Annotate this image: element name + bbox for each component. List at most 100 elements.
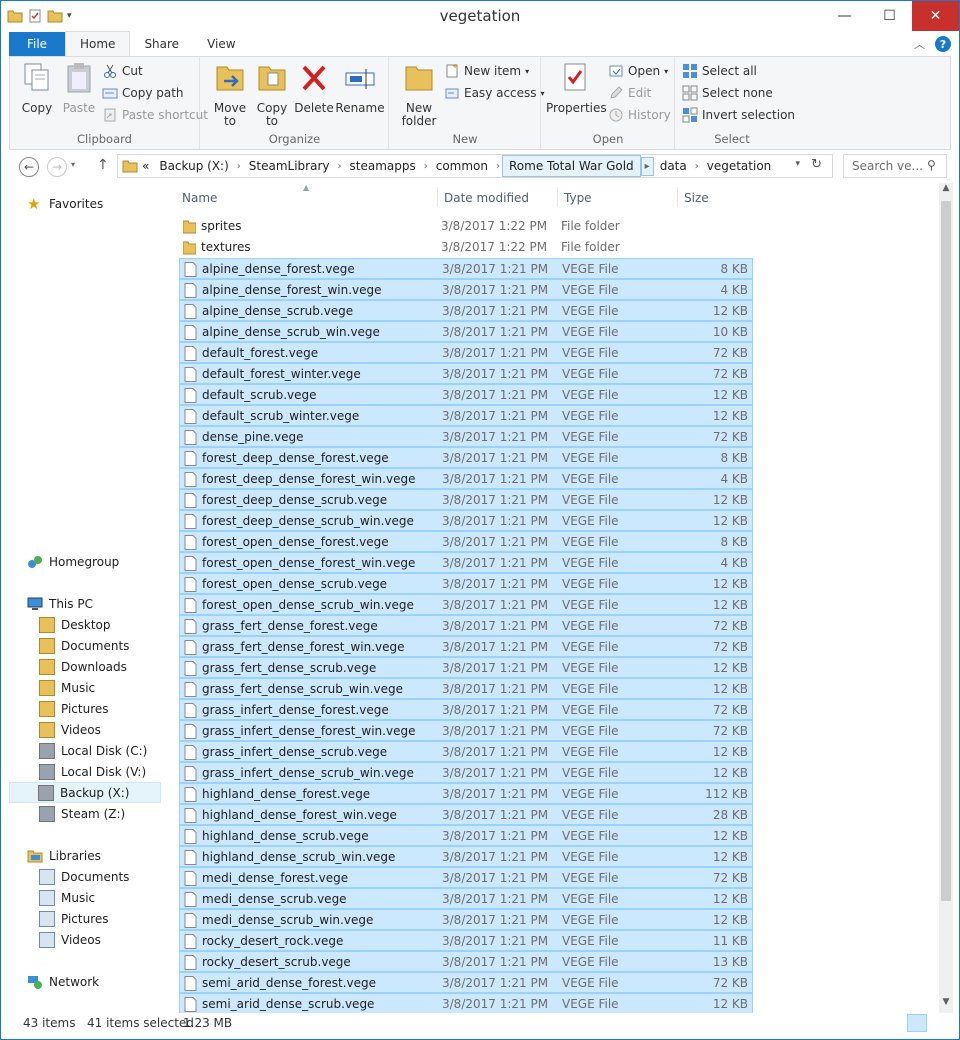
details-view-button[interactable] [907,1014,927,1032]
file-row[interactable]: dense_pine.vege 3/8/2017 1:21 PM VEGE File… [179,426,753,447]
file-row[interactable]: forest_open_dense_forest.vege 3/8/2017 1:… [179,531,753,552]
file-row[interactable]: forest_deep_dense_forest_win.vege 3/8/201… [179,468,753,489]
new-item-button[interactable]: New item ▾ [444,63,529,79]
file-row[interactable]: alpine_dense_scrub_win.vege 3/8/2017 1:21… [179,321,753,342]
breadcrumb-backup[interactable]: Backup (X:) [153,159,234,173]
up-button[interactable]: ↑ [97,157,109,173]
file-row[interactable]: default_forest.vege 3/8/2017 1:21 PM VEGE … [179,342,753,363]
nav-item-music[interactable]: Music [39,677,95,698]
back-button[interactable]: ← [19,157,39,177]
nav-item-documents[interactable]: Documents [39,635,129,656]
large-icons-view-button[interactable] [931,1014,951,1032]
vertical-scrollbar[interactable]: ▲ ▼ [939,183,953,1013]
file-row[interactable]: medi_dense_scrub_win.vege 3/8/2017 1:21 P… [179,909,753,930]
rename-button[interactable]: Rename [335,61,385,115]
file-row[interactable]: default_forest_winter.vege 3/8/2017 1:21 … [179,363,753,384]
select-all-button[interactable]: Select all [682,63,757,79]
file-row[interactable]: rocky_desert_scrub.vege 3/8/2017 1:21 PM V… [179,951,753,972]
tab-view[interactable]: View [193,32,249,56]
folder-row[interactable]: textures 3/8/2017 1:22 PM File folder [179,237,753,258]
nav-library-pictures[interactable]: Pictures [39,908,109,929]
nav-library-music[interactable]: Music [39,887,95,908]
column-size[interactable]: Size [677,187,715,207]
file-row[interactable]: rocky_desert_rock.vege 3/8/2017 1:21 PM VE… [179,930,753,951]
nav-library-documents[interactable]: Documents [39,866,129,887]
breadcrumb-steamlibrary[interactable]: SteamLibrary [243,159,336,173]
folder-row[interactable]: sprites 3/8/2017 1:22 PM File folder [179,216,753,237]
nav-item-steam-z[interactable]: Steam (Z:) [39,803,125,824]
nav-this-pc[interactable]: This PC [27,593,93,614]
file-row[interactable]: alpine_dense_forest.vege 3/8/2017 1:21 PM… [179,258,753,279]
file-row[interactable]: default_scrub_winter.vege 3/8/2017 1:21 P… [179,405,753,426]
paste-button[interactable]: Paste [58,61,100,115]
select-none-button[interactable]: Select none [682,85,773,101]
copy-to-button[interactable]: Copy to [251,61,293,128]
tab-file[interactable]: File [9,32,65,56]
delete-button[interactable]: Delete [293,61,335,115]
file-row[interactable]: medi_dense_forest.vege 3/8/2017 1:21 PM VE… [179,867,753,888]
nav-item-desktop[interactable]: Desktop [39,614,111,635]
breadcrumb-overflow[interactable]: « [138,159,153,173]
collapse-ribbon-icon[interactable]: ︿ [914,36,925,52]
new-folder-button[interactable]: New folder [398,61,440,128]
file-row[interactable]: forest_deep_dense_scrub.vege 3/8/2017 1:2… [179,489,753,510]
copy-button[interactable]: Copy [16,61,58,115]
file-row[interactable]: forest_open_dense_scrub.vege 3/8/2017 1:2… [179,573,753,594]
help-icon[interactable]: ? [935,36,951,52]
nav-libraries[interactable]: Libraries [27,845,101,866]
file-row[interactable]: grass_fert_dense_scrub_win.vege 3/8/2017 … [179,678,753,699]
scroll-up-icon[interactable]: ▲ [939,183,953,199]
tab-share[interactable]: Share [130,32,193,56]
nav-favorites[interactable]: ★ Favorites [27,193,103,214]
copy-path-button[interactable]: Copy path [102,85,184,101]
nav-network[interactable]: Network [27,971,99,992]
recent-locations-icon[interactable]: ▾ [71,160,75,169]
address-dropdown-icon[interactable]: ▾ [789,159,806,169]
tab-home[interactable]: Home [65,31,131,56]
file-row[interactable]: forest_open_dense_scrub_win.vege 3/8/2017… [179,594,753,615]
column-type[interactable]: Type [557,187,598,207]
nav-item-local-disk-c[interactable]: Local Disk (C:) [39,740,147,761]
file-row[interactable]: alpine_dense_forest_win.vege 3/8/2017 1:2… [179,279,753,300]
column-name[interactable]: Name [182,191,217,205]
breadcrumb-common[interactable]: common [430,159,494,173]
file-row[interactable]: forest_deep_dense_scrub_win.vege 3/8/2017… [179,510,753,531]
paste-shortcut-button[interactable]: Paste shortcut [102,107,208,123]
nav-item-backup-x[interactable]: Backup (X:) [9,782,161,803]
file-row[interactable]: highland_dense_forest_win.vege 3/8/2017 1… [179,804,753,825]
file-row[interactable]: highland_dense_scrub_win.vege 3/8/2017 1:… [179,846,753,867]
nav-homegroup[interactable]: Homegroup [27,551,119,572]
close-button[interactable]: ✕ [912,1,959,31]
breadcrumb-rome-total-war-gold[interactable]: Rome Total War Gold [502,155,641,177]
search-icon[interactable]: ⚲ [927,158,936,172]
file-row[interactable]: highland_dense_scrub.vege 3/8/2017 1:21 P… [179,825,753,846]
breadcrumb-steamapps[interactable]: steamapps [344,159,422,173]
nav-item-videos[interactable]: Videos [39,719,101,740]
scroll-thumb[interactable] [941,201,951,901]
file-row[interactable]: semi_arid_dense_scrub.vege 3/8/2017 1:21 … [179,993,753,1013]
file-row[interactable]: grass_infert_dense_forest_win.vege 3/8/20… [179,720,753,741]
file-row[interactable]: grass_fert_dense_forest_win.vege 3/8/2017… [179,636,753,657]
file-row[interactable]: alpine_dense_scrub.vege 3/8/2017 1:21 PM V… [179,300,753,321]
file-row[interactable]: forest_open_dense_forest_win.vege 3/8/201… [179,552,753,573]
breadcrumb-vegetation[interactable]: vegetation [701,159,778,173]
address-bar[interactable]: « Backup (X:) › SteamLibrary › steamapps › … [117,154,833,178]
file-row[interactable]: grass_infert_dense_scrub_win.vege 3/8/201… [179,762,753,783]
file-row[interactable]: grass_fert_dense_forest.vege 3/8/2017 1:2… [179,615,753,636]
edit-button[interactable]: Edit [608,85,651,101]
file-row[interactable]: default_scrub.vege 3/8/2017 1:21 PM VEGE F… [179,384,753,405]
cut-button[interactable]: Cut [102,63,143,79]
file-row[interactable]: grass_fert_dense_scrub.vege 3/8/2017 1:21… [179,657,753,678]
maximize-button[interactable]: ☐ [867,1,912,31]
minimize-button[interactable]: — [822,1,867,31]
move-to-button[interactable]: Move to [209,61,251,128]
file-row[interactable]: grass_infert_dense_forest.vege 3/8/2017 1… [179,699,753,720]
file-row[interactable]: forest_deep_dense_forest.vege 3/8/2017 1:… [179,447,753,468]
scroll-down-icon[interactable]: ▼ [939,997,953,1013]
nav-item-local-disk-v[interactable]: Local Disk (V:) [39,761,146,782]
invert-selection-button[interactable]: Invert selection [682,107,795,123]
forward-button[interactable]: → [47,157,67,177]
history-button[interactable]: History [608,107,671,123]
easy-access-button[interactable]: Easy access ▾ [444,85,545,101]
nav-item-downloads[interactable]: Downloads [39,656,127,677]
